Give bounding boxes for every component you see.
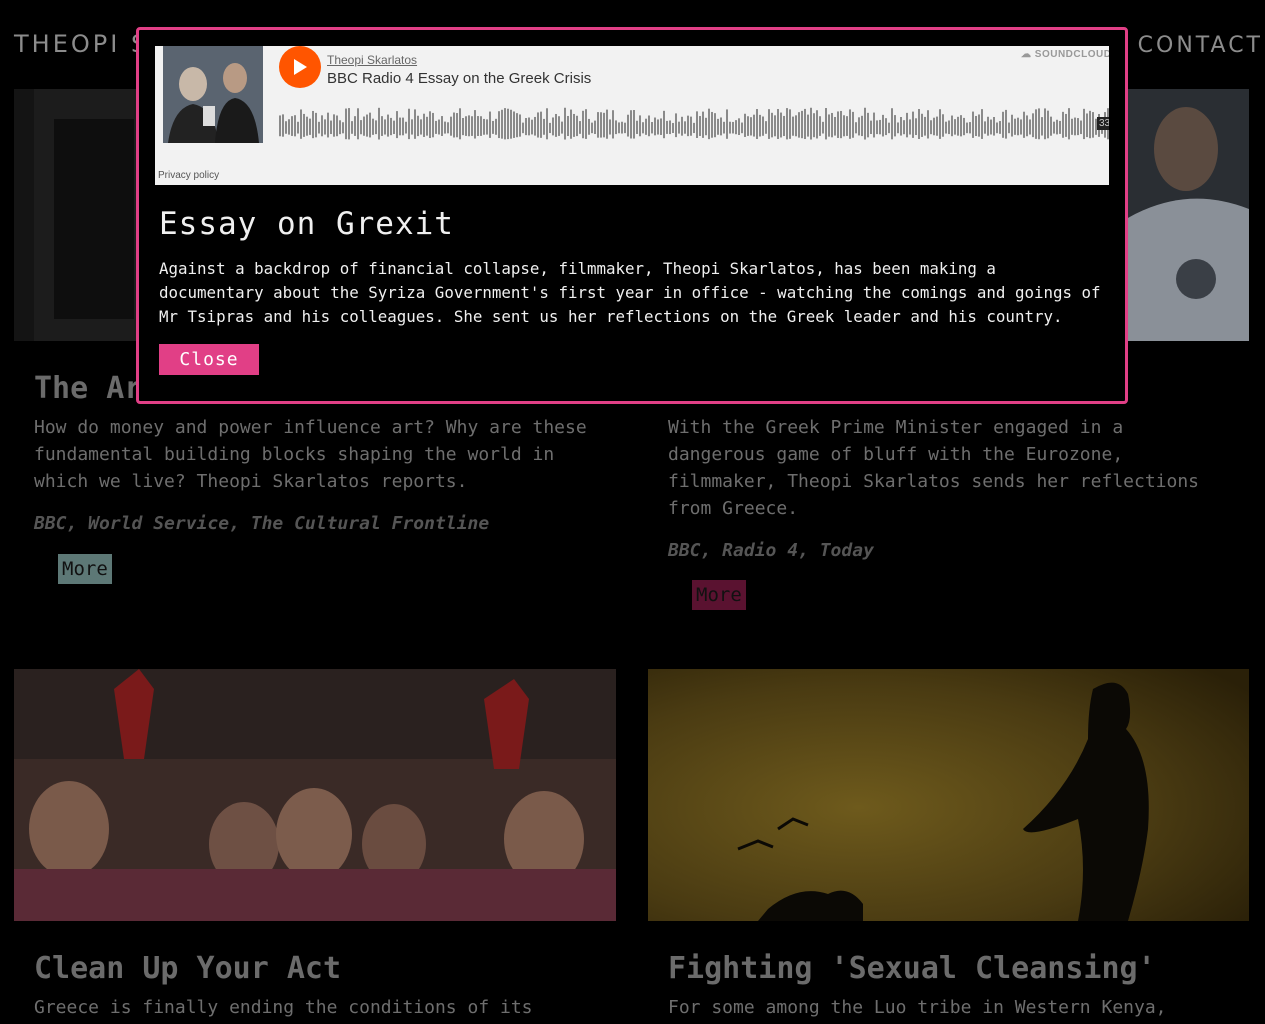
more-button[interactable]: More [58, 554, 112, 584]
soundcloud-brand-text: SOUNDCLOUD [1034, 49, 1109, 60]
card-description: For some among the Luo tribe in Western … [668, 997, 1167, 1018]
close-button[interactable]: Close [159, 344, 259, 375]
track-title[interactable]: BBC Radio 4 Essay on the Greek Crisis [327, 70, 591, 87]
card-image-greece[interactable] [1126, 89, 1249, 341]
card-description: Greece is finally ending the conditions … [34, 997, 533, 1018]
card-title: The Ar [34, 371, 143, 406]
track-duration: 33 [1097, 117, 1109, 130]
privacy-policy-link[interactable]: Privacy policy [158, 170, 219, 181]
play-icon [294, 59, 307, 75]
card-description: With the Greek Prime Minister engaged in… [668, 417, 1200, 519]
play-button[interactable] [279, 46, 321, 88]
card-source: BBC, Radio 4, Today [668, 540, 874, 561]
card-description: How do money and power influence art? Wh… [34, 417, 587, 492]
track-user-link[interactable]: Theopi Skarlatos [327, 53, 417, 67]
more-button[interactable]: More [692, 580, 746, 610]
soundcloud-player[interactable]: Theopi Skarlatos BBC Radio 4 Essay on th… [155, 46, 1109, 185]
card-source: BBC, World Service, The Cultural Frontli… [34, 513, 490, 534]
modal-body-text: Against a backdrop of financial collapse… [159, 259, 1101, 326]
soundcloud-logo[interactable]: ☁ SOUNDCLOUD [1021, 49, 1109, 60]
card-title: Fighting 'Sexual Cleansing' [668, 951, 1156, 986]
audio-modal: Theopi Skarlatos BBC Radio 4 Essay on th… [136, 27, 1128, 404]
soundcloud-cloud-icon: ☁ [1021, 49, 1032, 60]
waveform[interactable] [279, 102, 1109, 142]
card-image-clean-up[interactable] [14, 669, 616, 921]
card-image-sexual-cleansing[interactable] [648, 669, 1249, 921]
card-title: Clean Up Your Act [34, 951, 342, 986]
modal-title: Essay on Grexit [159, 206, 454, 242]
nav-contact-link[interactable]: CONTACT [1138, 33, 1263, 58]
track-artwork[interactable] [163, 46, 263, 143]
